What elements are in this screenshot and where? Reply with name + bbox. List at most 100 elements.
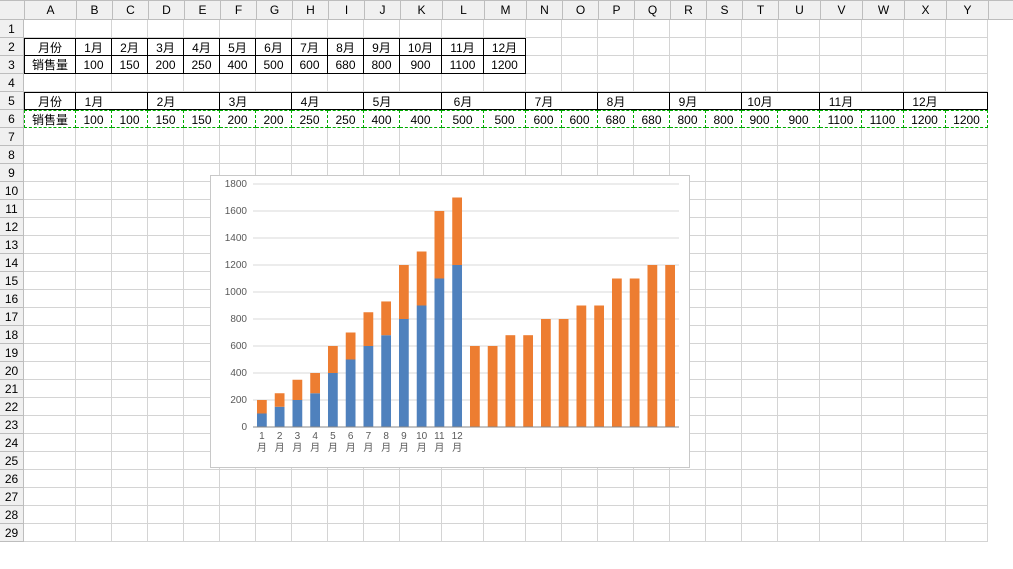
cell-W25[interactable]: [862, 452, 904, 470]
cell-L5[interactable]: 6月: [442, 92, 484, 110]
row-header-16[interactable]: 16: [0, 290, 24, 308]
cell-D13[interactable]: [148, 236, 184, 254]
cell-D17[interactable]: [148, 308, 184, 326]
cell-Q27[interactable]: [634, 488, 670, 506]
cell-I29[interactable]: [328, 524, 364, 542]
cell-N29[interactable]: [526, 524, 562, 542]
cell-H27[interactable]: [292, 488, 328, 506]
cell-H7[interactable]: [292, 128, 328, 146]
cell-Q2[interactable]: [634, 38, 670, 56]
cell-E3[interactable]: 250: [184, 56, 220, 74]
cell-U10[interactable]: [778, 182, 820, 200]
cell-S16[interactable]: [706, 290, 742, 308]
cell-T18[interactable]: [742, 326, 778, 344]
cell-B26[interactable]: [76, 470, 112, 488]
cell-L7[interactable]: [442, 128, 484, 146]
cell-U25[interactable]: [778, 452, 820, 470]
cell-T20[interactable]: [742, 362, 778, 380]
cell-Y8[interactable]: [946, 146, 988, 164]
cell-O27[interactable]: [562, 488, 598, 506]
cell-I7[interactable]: [328, 128, 364, 146]
cell-Q28[interactable]: [634, 506, 670, 524]
cell-V21[interactable]: [820, 380, 862, 398]
cell-P6[interactable]: 680: [598, 110, 634, 128]
cell-T13[interactable]: [742, 236, 778, 254]
cell-E2[interactable]: 4月: [184, 38, 220, 56]
cell-B22[interactable]: [76, 398, 112, 416]
cell-V9[interactable]: [820, 164, 862, 182]
cell-Q26[interactable]: [634, 470, 670, 488]
cell-W9[interactable]: [862, 164, 904, 182]
cell-Y24[interactable]: [946, 434, 988, 452]
cell-D9[interactable]: [148, 164, 184, 182]
cell-U6[interactable]: 900: [778, 110, 820, 128]
cell-W23[interactable]: [862, 416, 904, 434]
cell-X27[interactable]: [904, 488, 946, 506]
cell-E26[interactable]: [184, 470, 220, 488]
cell-L2[interactable]: 11月: [442, 38, 484, 56]
cell-M4[interactable]: [484, 74, 526, 92]
cell-R8[interactable]: [670, 146, 706, 164]
cell-S29[interactable]: [706, 524, 742, 542]
column-header-A[interactable]: A: [25, 1, 77, 19]
cell-K5[interactable]: [400, 92, 442, 110]
cell-F29[interactable]: [220, 524, 256, 542]
cell-B2[interactable]: 1月: [76, 38, 112, 56]
cell-U12[interactable]: [778, 218, 820, 236]
cell-V28[interactable]: [820, 506, 862, 524]
cell-W29[interactable]: [862, 524, 904, 542]
cell-X3[interactable]: [904, 56, 946, 74]
cell-D2[interactable]: 3月: [148, 38, 184, 56]
cell-X14[interactable]: [904, 254, 946, 272]
cell-Y15[interactable]: [946, 272, 988, 290]
cell-Y9[interactable]: [946, 164, 988, 182]
cell-Q4[interactable]: [634, 74, 670, 92]
cell-X9[interactable]: [904, 164, 946, 182]
cell-X26[interactable]: [904, 470, 946, 488]
cell-Y12[interactable]: [946, 218, 988, 236]
cell-T27[interactable]: [742, 488, 778, 506]
cell-J4[interactable]: [364, 74, 400, 92]
cell-C28[interactable]: [112, 506, 148, 524]
cell-J29[interactable]: [364, 524, 400, 542]
cell-T15[interactable]: [742, 272, 778, 290]
cell-S13[interactable]: [706, 236, 742, 254]
cell-N28[interactable]: [526, 506, 562, 524]
cell-A4[interactable]: [24, 74, 76, 92]
cell-V10[interactable]: [820, 182, 862, 200]
cell-C25[interactable]: [112, 452, 148, 470]
cell-P5[interactable]: 8月: [598, 92, 634, 110]
cell-K6[interactable]: 400: [400, 110, 442, 128]
column-header-O[interactable]: O: [563, 1, 599, 19]
cell-Q6[interactable]: 680: [634, 110, 670, 128]
cell-N2[interactable]: [526, 38, 562, 56]
cell-V2[interactable]: [820, 38, 862, 56]
cell-F27[interactable]: [220, 488, 256, 506]
cell-V6[interactable]: 1100: [820, 110, 862, 128]
cell-E1[interactable]: [184, 20, 220, 38]
cell-O3[interactable]: [562, 56, 598, 74]
cell-C10[interactable]: [112, 182, 148, 200]
cell-X23[interactable]: [904, 416, 946, 434]
cell-C12[interactable]: [112, 218, 148, 236]
row-header-1[interactable]: 1: [0, 20, 24, 38]
cell-J5[interactable]: 5月: [364, 92, 400, 110]
cell-Y26[interactable]: [946, 470, 988, 488]
cell-X6[interactable]: 1200: [904, 110, 946, 128]
cell-X20[interactable]: [904, 362, 946, 380]
cell-W8[interactable]: [862, 146, 904, 164]
column-header-N[interactable]: N: [527, 1, 563, 19]
cell-V22[interactable]: [820, 398, 862, 416]
cell-T25[interactable]: [742, 452, 778, 470]
cell-X25[interactable]: [904, 452, 946, 470]
cell-B21[interactable]: [76, 380, 112, 398]
cell-L4[interactable]: [442, 74, 484, 92]
cell-A9[interactable]: [24, 164, 76, 182]
row-header-9[interactable]: 9: [0, 164, 24, 182]
cell-A15[interactable]: [24, 272, 76, 290]
cell-T26[interactable]: [742, 470, 778, 488]
cell-R29[interactable]: [670, 524, 706, 542]
cell-M27[interactable]: [484, 488, 526, 506]
cell-N1[interactable]: [526, 20, 562, 38]
cell-T23[interactable]: [742, 416, 778, 434]
